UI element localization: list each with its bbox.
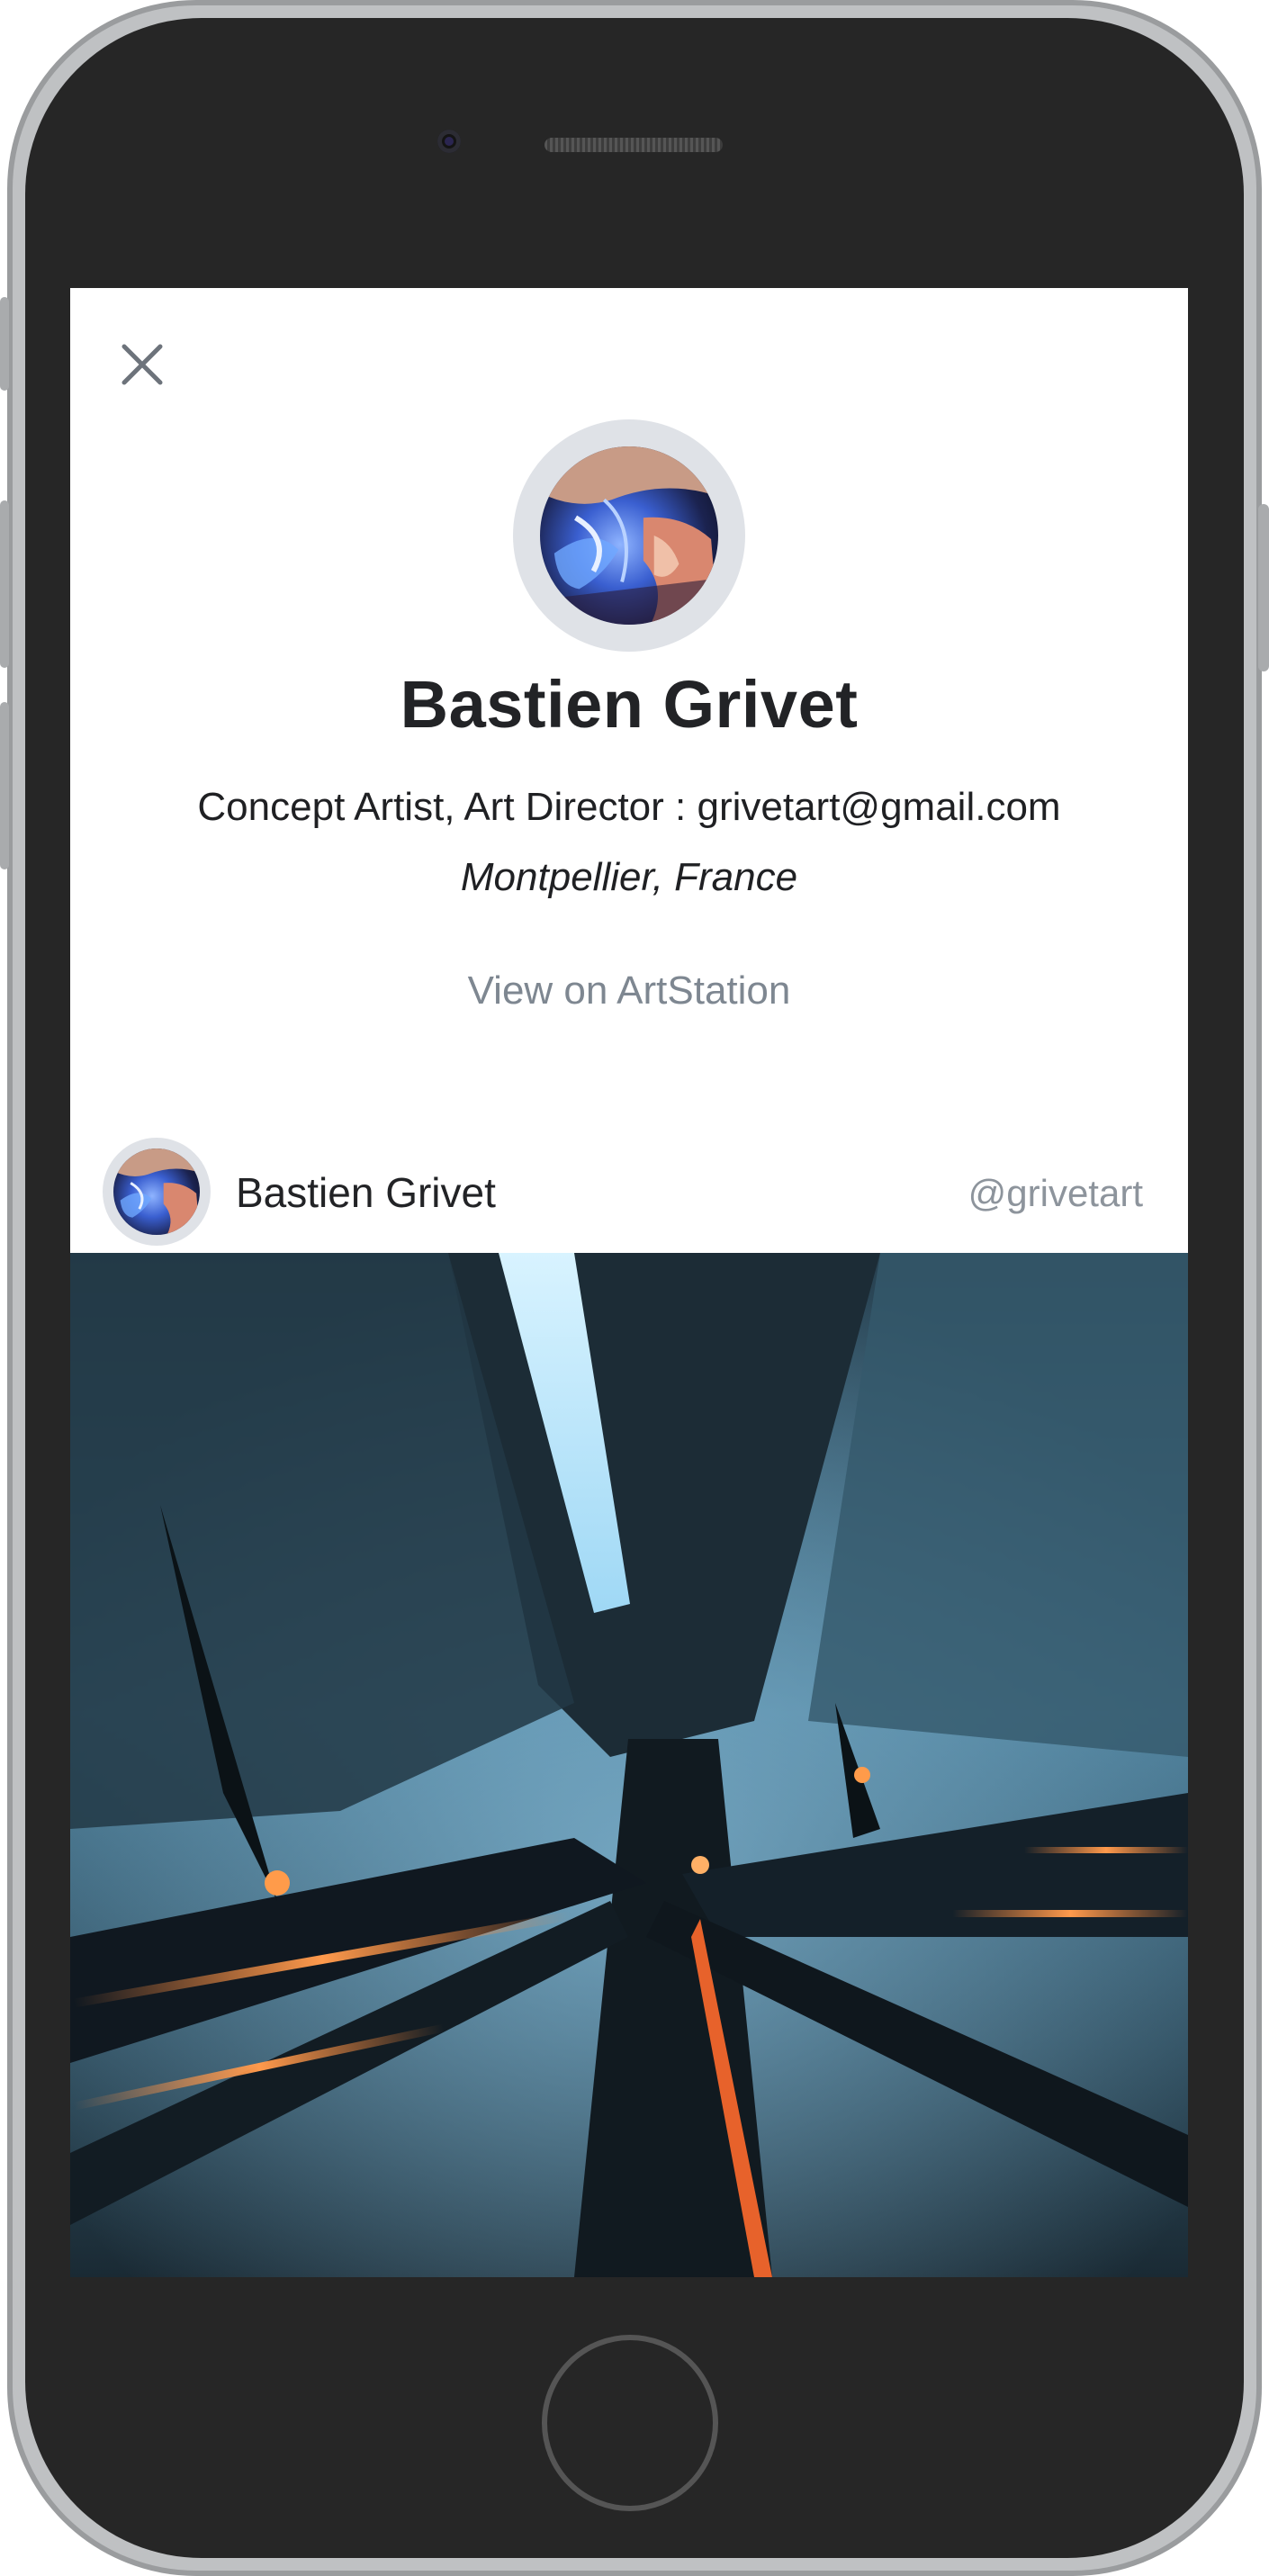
app-screen: Bastien Grivet Concept Artist, Art Direc… xyxy=(70,288,1188,2277)
view-on-artstation-link[interactable]: View on ArtStation xyxy=(70,968,1188,1013)
avatar-image xyxy=(540,446,718,625)
post-author-row: Bastien Grivet @grivetart xyxy=(70,1125,1188,1251)
author-handle[interactable]: @grivetart xyxy=(968,1172,1143,1215)
earpiece-speaker xyxy=(544,138,723,152)
profile-headline: Concept Artist, Art Director : grivetart… xyxy=(197,785,1061,829)
avatar-image xyxy=(113,1148,200,1235)
close-icon xyxy=(122,344,163,385)
volume-up-button xyxy=(0,500,9,668)
close-button[interactable] xyxy=(115,338,169,392)
profile-name: Bastien Grivet xyxy=(400,667,859,742)
mute-switch xyxy=(0,297,9,391)
author-avatar[interactable] xyxy=(103,1138,211,1246)
profile-avatar xyxy=(513,419,745,652)
volume-down-button xyxy=(0,702,9,869)
profile-location: Montpellier, France xyxy=(460,855,798,899)
front-camera xyxy=(437,130,461,153)
home-button[interactable] xyxy=(542,2335,718,2511)
artwork-image[interactable] xyxy=(70,1253,1188,2277)
power-button xyxy=(1258,504,1269,671)
author-name[interactable]: Bastien Grivet xyxy=(236,1168,496,1217)
